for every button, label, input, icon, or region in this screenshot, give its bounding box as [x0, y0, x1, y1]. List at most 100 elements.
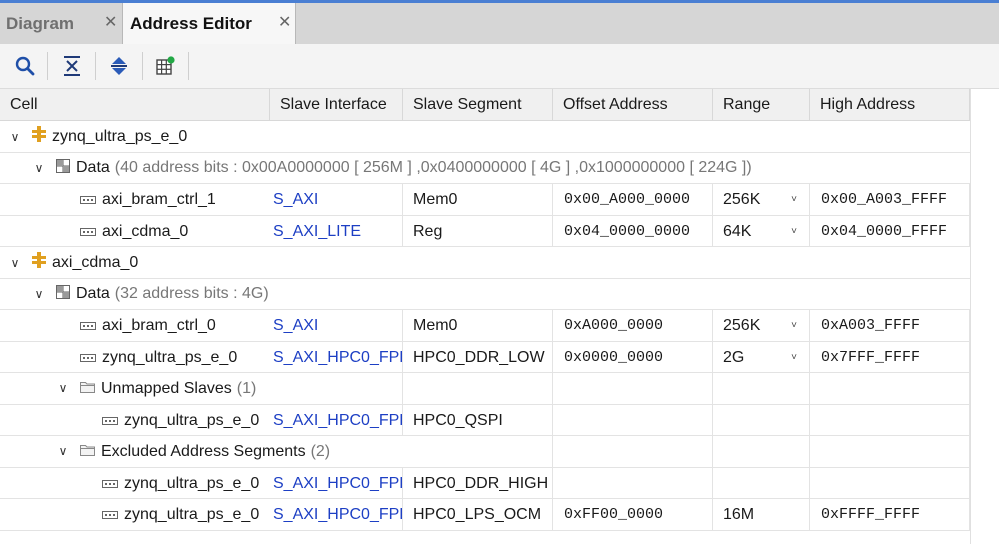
dropdown-arrow-icon[interactable]: ˅: [791, 216, 797, 247]
column-header-slave-segment[interactable]: Slave Segment: [403, 89, 553, 121]
tab-address-editor-close-icon[interactable]: ✕: [278, 15, 291, 31]
column-header-offset-address[interactable]: Offset Address: [553, 89, 713, 121]
address-space-name: Data: [76, 285, 110, 302]
range-select[interactable]: 256K ˅: [713, 310, 810, 341]
folder-count: (1): [236, 380, 257, 397]
table-row-master[interactable]: ∨ zynq_ultra_ps_e_0: [0, 121, 970, 153]
table-row-folder[interactable]: ∨ Excluded Address Segments (2): [0, 436, 970, 468]
slave-interface-link[interactable]: S_AXI_LITE: [270, 215, 403, 247]
tree-cell: ∨ Data (40 address bits : 0x00A0000000 […: [32, 153, 752, 184]
range-select[interactable]: 2G ˅: [713, 341, 810, 373]
tree-cell: ∨ Excluded Address Segments (2): [56, 436, 331, 467]
dropdown-arrow-icon[interactable]: ˅: [791, 310, 797, 341]
offset-address-field[interactable]: 0x04_0000_0000: [553, 215, 713, 247]
empty-cell: [270, 373, 403, 404]
column-header-slave-interface[interactable]: Slave Interface: [270, 89, 403, 121]
folder-icon: [80, 373, 95, 404]
slave-cell-name: axi_cdma_0: [102, 222, 189, 240]
table-row-slave[interactable]: axi_bram_ctrl_0 S_AXI Mem0 0xA000_0000 2…: [0, 310, 970, 342]
table-row-unmapped-slave[interactable]: zynq_ultra_ps_e_0 S_AXI_HPC0_FPD HPC0_QS…: [0, 404, 970, 436]
offset-address-field[interactable]: [553, 467, 713, 499]
slave-interface-link[interactable]: S_AXI_HPC0_FPD: [270, 341, 403, 373]
master-interface-icon: [32, 126, 46, 147]
search-button[interactable]: [12, 53, 38, 79]
slave-segment-icon: [80, 216, 96, 247]
slave-segment: HPC0_DDR_LOW: [403, 341, 553, 373]
slave-segment: HPC0_DDR_HIGH: [403, 467, 553, 499]
folder-count: (2): [310, 443, 331, 460]
address-space-detail: (32 address bits : 4G): [114, 285, 269, 302]
address-space-icon: [56, 284, 70, 304]
empty-cell: [713, 373, 810, 404]
offset-address-field[interactable]: 0x00_A000_0000: [553, 184, 713, 215]
chevron-down-icon[interactable]: ∨: [32, 161, 46, 175]
toolbar-separator: [142, 52, 143, 80]
slave-interface-link[interactable]: S_AXI: [270, 184, 403, 215]
table-row-slave[interactable]: zynq_ultra_ps_e_0 S_AXI_HPC0_FPD HPC0_DD…: [0, 341, 970, 373]
empty-cell: [713, 436, 810, 467]
offset-address-field[interactable]: 0xFF00_0000: [553, 499, 713, 530]
auto-assign-address-button[interactable]: [152, 53, 178, 79]
chevron-down-icon[interactable]: ∨: [32, 287, 46, 301]
column-header-high-address[interactable]: High Address: [810, 89, 970, 121]
cell-name-cell: zynq_ultra_ps_e_0: [0, 499, 270, 530]
offset-address-field[interactable]: 0x0000_0000: [553, 341, 713, 373]
dropdown-arrow-icon[interactable]: ˅: [791, 184, 797, 215]
folder-name: Unmapped Slaves: [101, 380, 232, 397]
address-space-detail: (40 address bits : 0x00A0000000 [ 256M ]…: [114, 159, 752, 176]
column-header-cell[interactable]: Cell: [0, 89, 270, 121]
tree-cell: axi_bram_ctrl_0: [80, 310, 216, 341]
folder-name: Excluded Address Segments: [101, 443, 306, 460]
chevron-down-icon[interactable]: ∨: [56, 436, 70, 467]
tab-diagram[interactable]: Diagram ✕: [0, 3, 121, 44]
chevron-down-icon[interactable]: ∨: [8, 256, 22, 270]
toolbar-separator: [47, 52, 48, 80]
cell-name-cell: ∨ Unmapped Slaves (1): [0, 373, 270, 404]
folder-icon: [80, 436, 95, 467]
slave-interface-link[interactable]: S_AXI: [270, 310, 403, 341]
search-icon: [15, 56, 35, 76]
empty-cell: [553, 373, 713, 404]
table-row-folder[interactable]: ∨ Unmapped Slaves (1): [0, 373, 970, 405]
slave-segment: HPC0_QSPI: [403, 404, 553, 436]
table-row-slave[interactable]: axi_bram_ctrl_1 S_AXI Mem0 0x00_A000_000…: [0, 184, 970, 216]
empty-cell: [553, 436, 713, 467]
toolbar: [0, 44, 999, 89]
tab-diagram-close-icon[interactable]: ✕: [104, 15, 117, 31]
slave-interface-link[interactable]: S_AXI_HPC0_FPD: [270, 499, 403, 530]
slave-segment-icon: [80, 310, 96, 341]
slave-cell-name: zynq_ultra_ps_e_0: [124, 411, 260, 429]
slave-segment-icon: [80, 184, 96, 215]
chevron-down-icon[interactable]: ∨: [8, 130, 22, 144]
high-address: [810, 467, 970, 499]
empty-cell: [810, 436, 970, 467]
collapse-all-button[interactable]: [59, 53, 85, 79]
high-address: 0xFFFF_FFFF: [810, 499, 970, 530]
offset-address-field[interactable]: [553, 404, 713, 436]
slave-cell-name: zynq_ultra_ps_e_0: [124, 474, 260, 492]
dropdown-arrow-icon[interactable]: ˅: [791, 342, 797, 373]
chevron-down-icon[interactable]: ∨: [56, 373, 70, 404]
tree-cell: axi_bram_ctrl_1: [80, 184, 216, 215]
tree-cell: ∨ zynq_ultra_ps_e_0: [8, 121, 187, 152]
tab-address-editor[interactable]: Address Editor ✕: [122, 3, 296, 47]
expand-all-button[interactable]: [106, 53, 132, 79]
table-row-excluded-segment[interactable]: zynq_ultra_ps_e_0 S_AXI_HPC0_FPD HPC0_DD…: [0, 467, 970, 499]
table-row-slave[interactable]: axi_cdma_0 S_AXI_LITE Reg 0x04_0000_0000…: [0, 215, 970, 247]
column-header-range[interactable]: Range: [713, 89, 810, 121]
master-interface-icon: [32, 252, 46, 273]
slave-interface-link[interactable]: S_AXI_HPC0_FPD: [270, 467, 403, 499]
slave-interface-link[interactable]: S_AXI_HPC0_FPD: [270, 404, 403, 436]
table-row-address-space[interactable]: ∨ Data (40 address bits : 0x00A0000000 […: [0, 153, 970, 184]
table-row-master[interactable]: ∨ axi_cdma_0: [0, 247, 970, 279]
offset-address-field[interactable]: 0xA000_0000: [553, 310, 713, 341]
range-select[interactable]: 256K ˅: [713, 184, 810, 215]
table-row-address-space[interactable]: ∨ Data (32 address bits : 4G): [0, 279, 970, 310]
range-value: 256K: [723, 317, 761, 334]
tree-cell: ∨ axi_cdma_0: [8, 247, 138, 278]
range-value: 2G: [723, 348, 745, 366]
toolbar-separator: [95, 52, 96, 80]
range-select[interactable]: 64K ˅: [713, 215, 810, 247]
table-row-excluded-segment[interactable]: zynq_ultra_ps_e_0 S_AXI_HPC0_FPD HPC0_LP…: [0, 499, 970, 531]
range-value: 16M: [713, 499, 810, 530]
